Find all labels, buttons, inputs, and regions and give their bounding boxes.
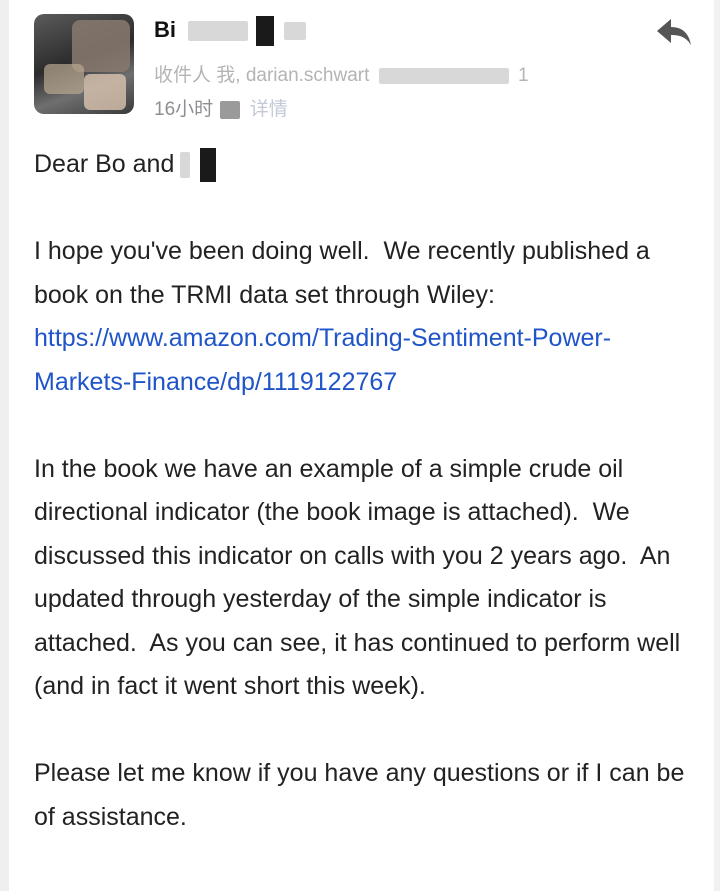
email-header: Bi 收件人 我, darian.schwart 1 16小时 详情 xyxy=(34,14,694,124)
sender-avatar[interactable] xyxy=(34,14,134,114)
details-link[interactable]: 详情 xyxy=(250,99,288,120)
paragraph-intro-text: I hope you've been doing well. We recent… xyxy=(34,237,657,309)
redaction xyxy=(200,148,217,183)
reply-button[interactable] xyxy=(654,16,694,50)
book-link[interactable]: https://www.amazon.com/Trading-Sentiment… xyxy=(34,324,611,396)
left-edge xyxy=(0,0,9,891)
greeting-text: Dear Bo and xyxy=(34,150,175,178)
timestamp: 16小时 xyxy=(154,99,214,120)
right-edge xyxy=(714,0,720,891)
paragraph-indicator: In the book we have an example of a simp… xyxy=(34,454,688,701)
reply-arrow-icon xyxy=(657,19,691,45)
timestamp-line: 16小时 详情 xyxy=(154,94,288,121)
paragraph-intro: I hope you've been doing well. We recent… xyxy=(34,230,698,404)
avatar-blur xyxy=(44,64,84,94)
sender-name-text: Bi xyxy=(154,16,176,42)
message-body: Dear Bo and I hope you've been doing wel… xyxy=(34,143,698,883)
redaction xyxy=(220,100,241,119)
recipients-count: 1 xyxy=(517,65,529,86)
sender-name[interactable]: Bi xyxy=(154,16,307,46)
recipients-text: 收件人 我, darian.schwart xyxy=(154,65,370,86)
redaction xyxy=(284,22,307,40)
redaction xyxy=(180,152,191,179)
recipients-line[interactable]: 收件人 我, darian.schwart 1 xyxy=(154,60,529,87)
redaction xyxy=(378,67,509,84)
paragraph-closing: Please let me know if you have any quest… xyxy=(34,759,685,831)
redaction xyxy=(188,21,249,41)
avatar-blur xyxy=(84,74,126,110)
redaction xyxy=(256,16,275,46)
greeting: Dear Bo and xyxy=(34,143,698,187)
